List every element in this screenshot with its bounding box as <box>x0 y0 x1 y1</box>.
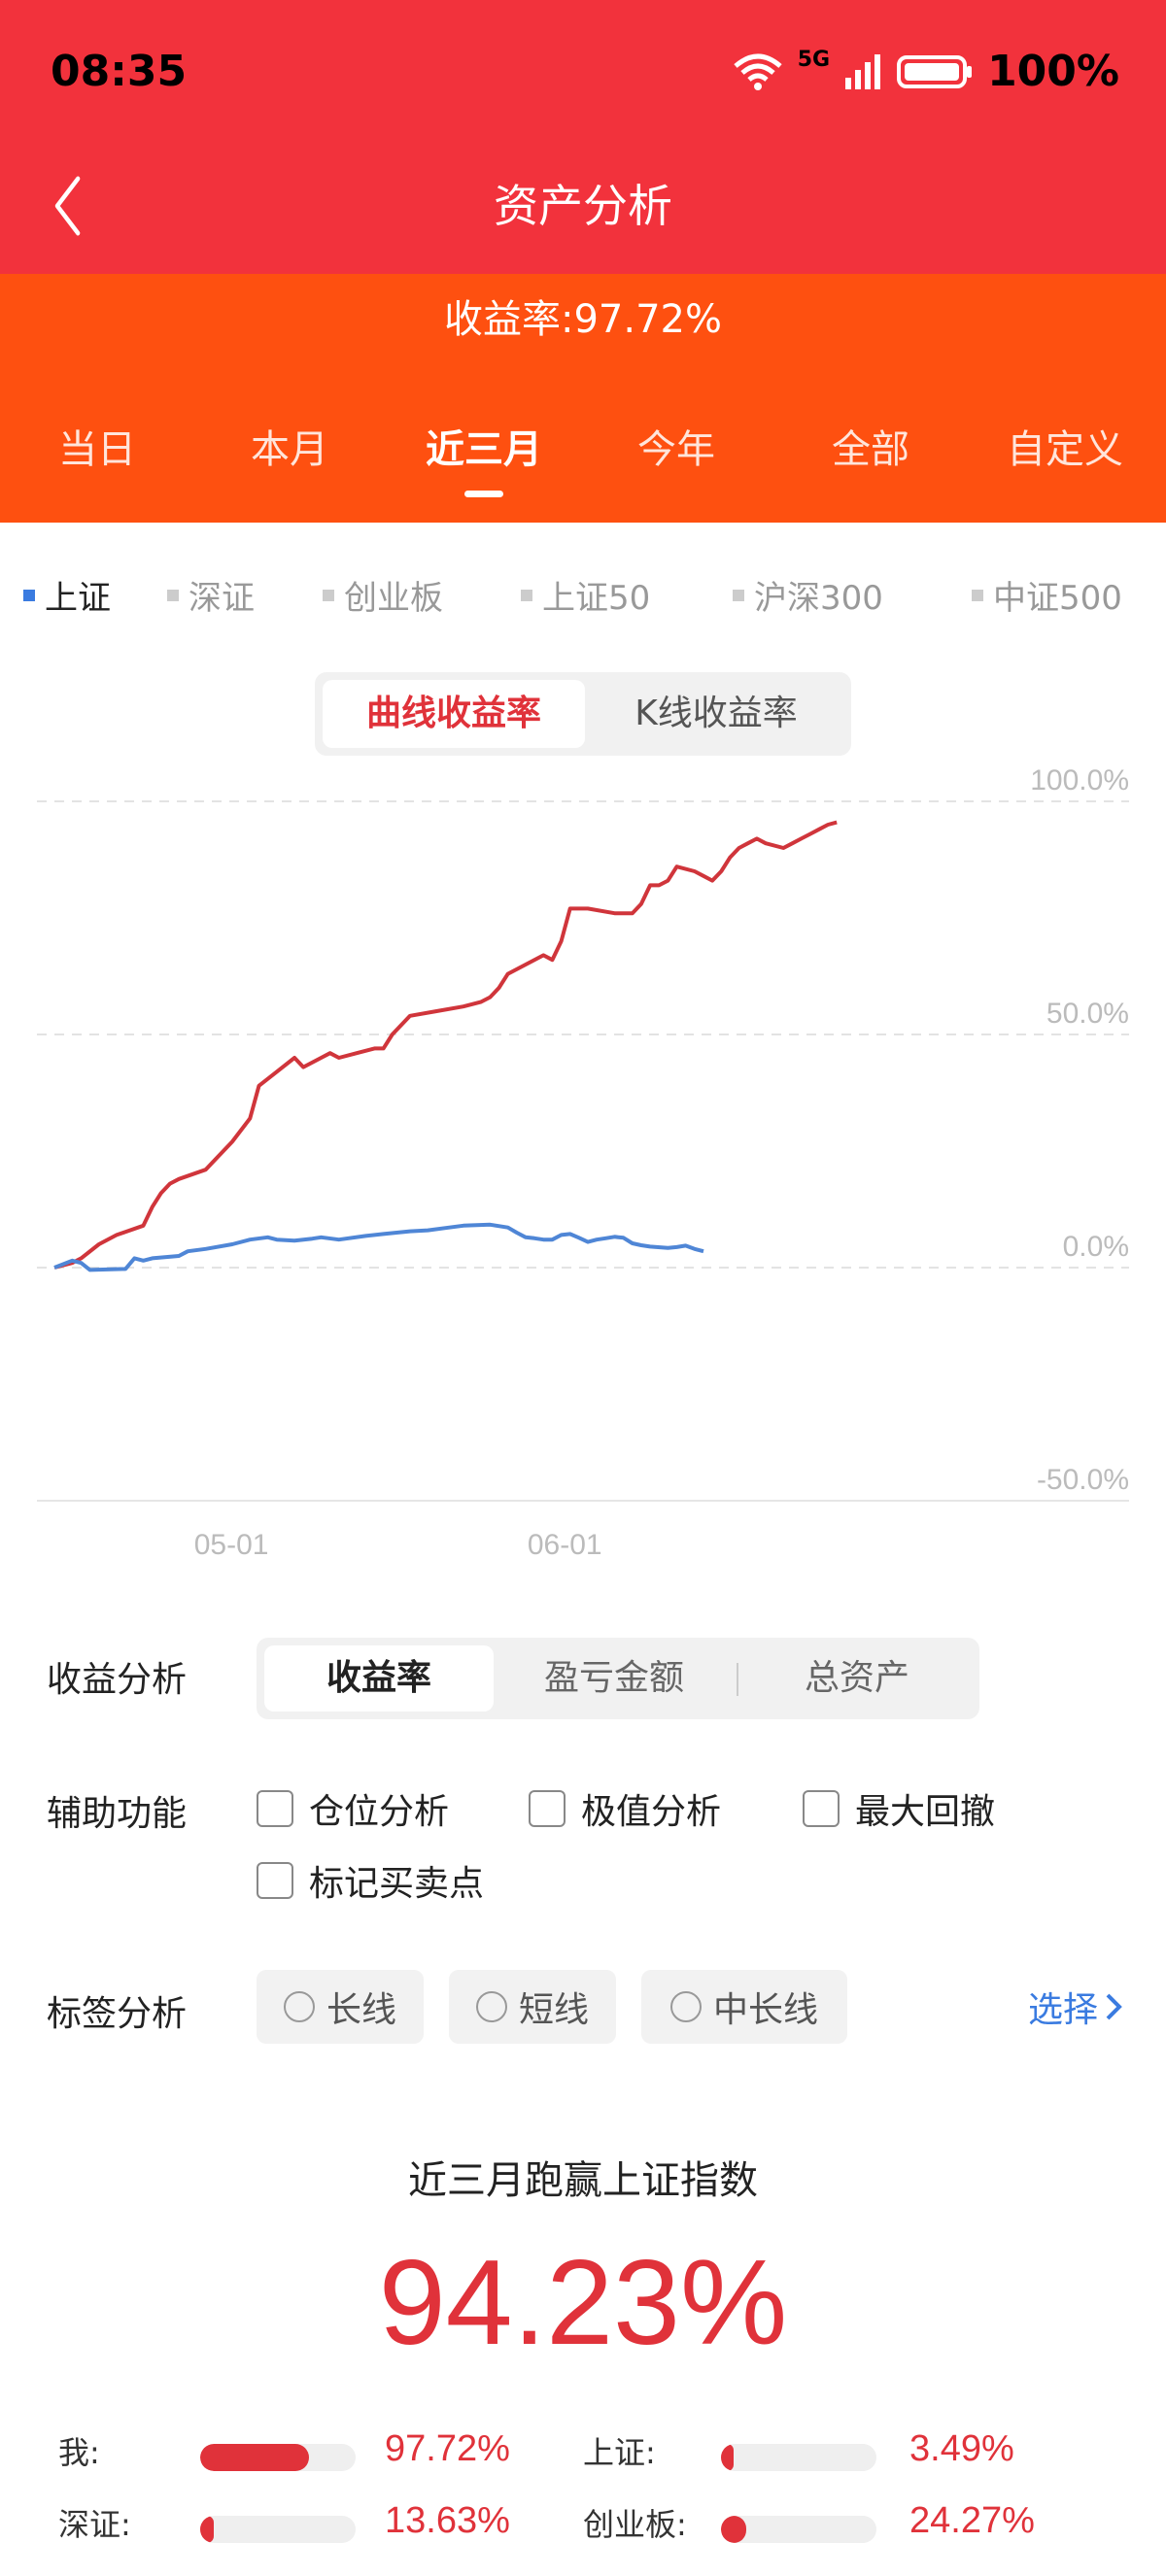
radio-icon <box>283 1991 315 2022</box>
mark-trades-checkbox[interactable]: 标记买卖点 <box>257 1855 484 1906</box>
segment-divider <box>737 1663 738 1696</box>
signal-icon <box>845 53 881 89</box>
status-time: 08:35 <box>51 47 188 96</box>
active-tab-indicator <box>464 491 503 497</box>
outperform-title: 近三月跑赢上证指数 <box>408 2158 758 2203</box>
analysis-return-rate[interactable]: 收益率 <box>264 1645 494 1712</box>
battery-level: 100% <box>987 47 1119 96</box>
portfolio-return-line <box>53 820 838 1270</box>
tag-mid-long-term[interactable]: 中长线 <box>641 1970 847 2044</box>
tag-long-term[interactable]: 长线 <box>257 1970 424 2044</box>
index-csi300[interactable]: 沪深300 <box>733 571 883 619</box>
network-type: 5G <box>797 47 831 72</box>
x-tick-label: 05-01 <box>194 1529 269 1561</box>
kline-return-button[interactable]: K线收益率 <box>589 680 843 748</box>
compare-bar <box>721 2516 876 2543</box>
checkbox-icon <box>257 1790 293 1827</box>
status-indicators: 5G 100% <box>732 47 1119 96</box>
index-csi500[interactable]: 中证500 <box>972 571 1122 619</box>
position-analysis-checkbox[interactable]: 仓位分析 <box>257 1783 449 1834</box>
chevron-right-icon <box>1106 1993 1122 2020</box>
analysis-toggle: 收益率 盈亏金额 总资产 <box>257 1638 979 1719</box>
compare-chinext: 创业板: 24.27% <box>583 2500 1035 2543</box>
index-selector: 上证 深证 创业板 上证50 沪深300 中证500 <box>0 571 1166 620</box>
index-shenzhen[interactable]: 深证 <box>167 571 255 619</box>
y-tick-label: -50.0% <box>1037 1464 1129 1496</box>
analysis-label: 收益分析 <box>47 1660 188 1700</box>
max-drawdown-checkbox[interactable]: 最大回撤 <box>803 1783 995 1834</box>
compare-bar <box>721 2444 876 2471</box>
analysis-total-assets[interactable]: 总资产 <box>742 1645 972 1712</box>
y-tick-label: 0.0% <box>1063 1231 1129 1263</box>
period-tabs: 当日 本月 近三月 今年 全部 自定义 <box>0 418 1166 495</box>
compare-bar <box>200 2516 356 2543</box>
curve-return-button[interactable]: 曲线收益率 <box>323 680 585 748</box>
assist-label: 辅助功能 <box>47 1794 188 1834</box>
battery-icon <box>897 54 973 88</box>
tab-today[interactable]: 当日 <box>0 418 194 474</box>
compare-bar <box>200 2444 356 2471</box>
compare-shenzhen: 深证: 13.63% <box>58 2500 510 2543</box>
index-chinext[interactable]: 创业板 <box>323 571 443 619</box>
index-shanghai[interactable]: 上证 <box>23 571 111 619</box>
asset-analysis-screen: 08:35 5G 100% 资产分析 收益率:97.72% 当日 本月 近三月 … <box>0 0 1166 2576</box>
return-chart: 100.0%50.0%0.0%-50.0%04-0105-0106-01 <box>37 764 1129 1561</box>
tab-all[interactable]: 全部 <box>773 418 968 474</box>
extreme-analysis-checkbox[interactable]: 极值分析 <box>529 1783 721 1834</box>
shanghai-index-line <box>53 1222 704 1272</box>
index-sse50[interactable]: 上证50 <box>521 571 650 619</box>
tab-last-three-months[interactable]: 近三月 <box>387 418 581 474</box>
chart-type-toggle: 曲线收益率 K线收益率 <box>315 672 851 756</box>
tab-this-month[interactable]: 本月 <box>192 418 387 474</box>
tag-analysis-label: 标签分析 <box>47 1994 188 2034</box>
tab-this-year[interactable]: 今年 <box>579 418 773 474</box>
checkbox-icon <box>803 1790 840 1827</box>
y-tick-label: 50.0% <box>1046 998 1129 1030</box>
compare-shanghai: 上证: 3.49% <box>583 2428 1014 2471</box>
radio-icon <box>475 1991 507 2022</box>
radio-icon <box>669 1991 702 2022</box>
checkbox-icon <box>529 1790 566 1827</box>
x-tick-label: 06-01 <box>528 1529 602 1561</box>
analysis-profit-loss[interactable]: 盈亏金额 <box>499 1645 729 1712</box>
tag-short-term[interactable]: 短线 <box>449 1970 616 2044</box>
page-title: 资产分析 <box>494 180 672 232</box>
choose-tag-link[interactable]: 选择 <box>1028 1982 1123 2032</box>
checkbox-icon <box>257 1862 293 1899</box>
outperform-value: 94.23% <box>378 2236 788 2370</box>
y-tick-label: 100.0% <box>1030 764 1129 797</box>
compare-me: 我: 97.72% <box>58 2428 510 2471</box>
return-rate: 收益率:97.72% <box>444 297 722 342</box>
tab-custom[interactable]: 自定义 <box>968 418 1162 474</box>
wifi-icon <box>734 53 782 90</box>
